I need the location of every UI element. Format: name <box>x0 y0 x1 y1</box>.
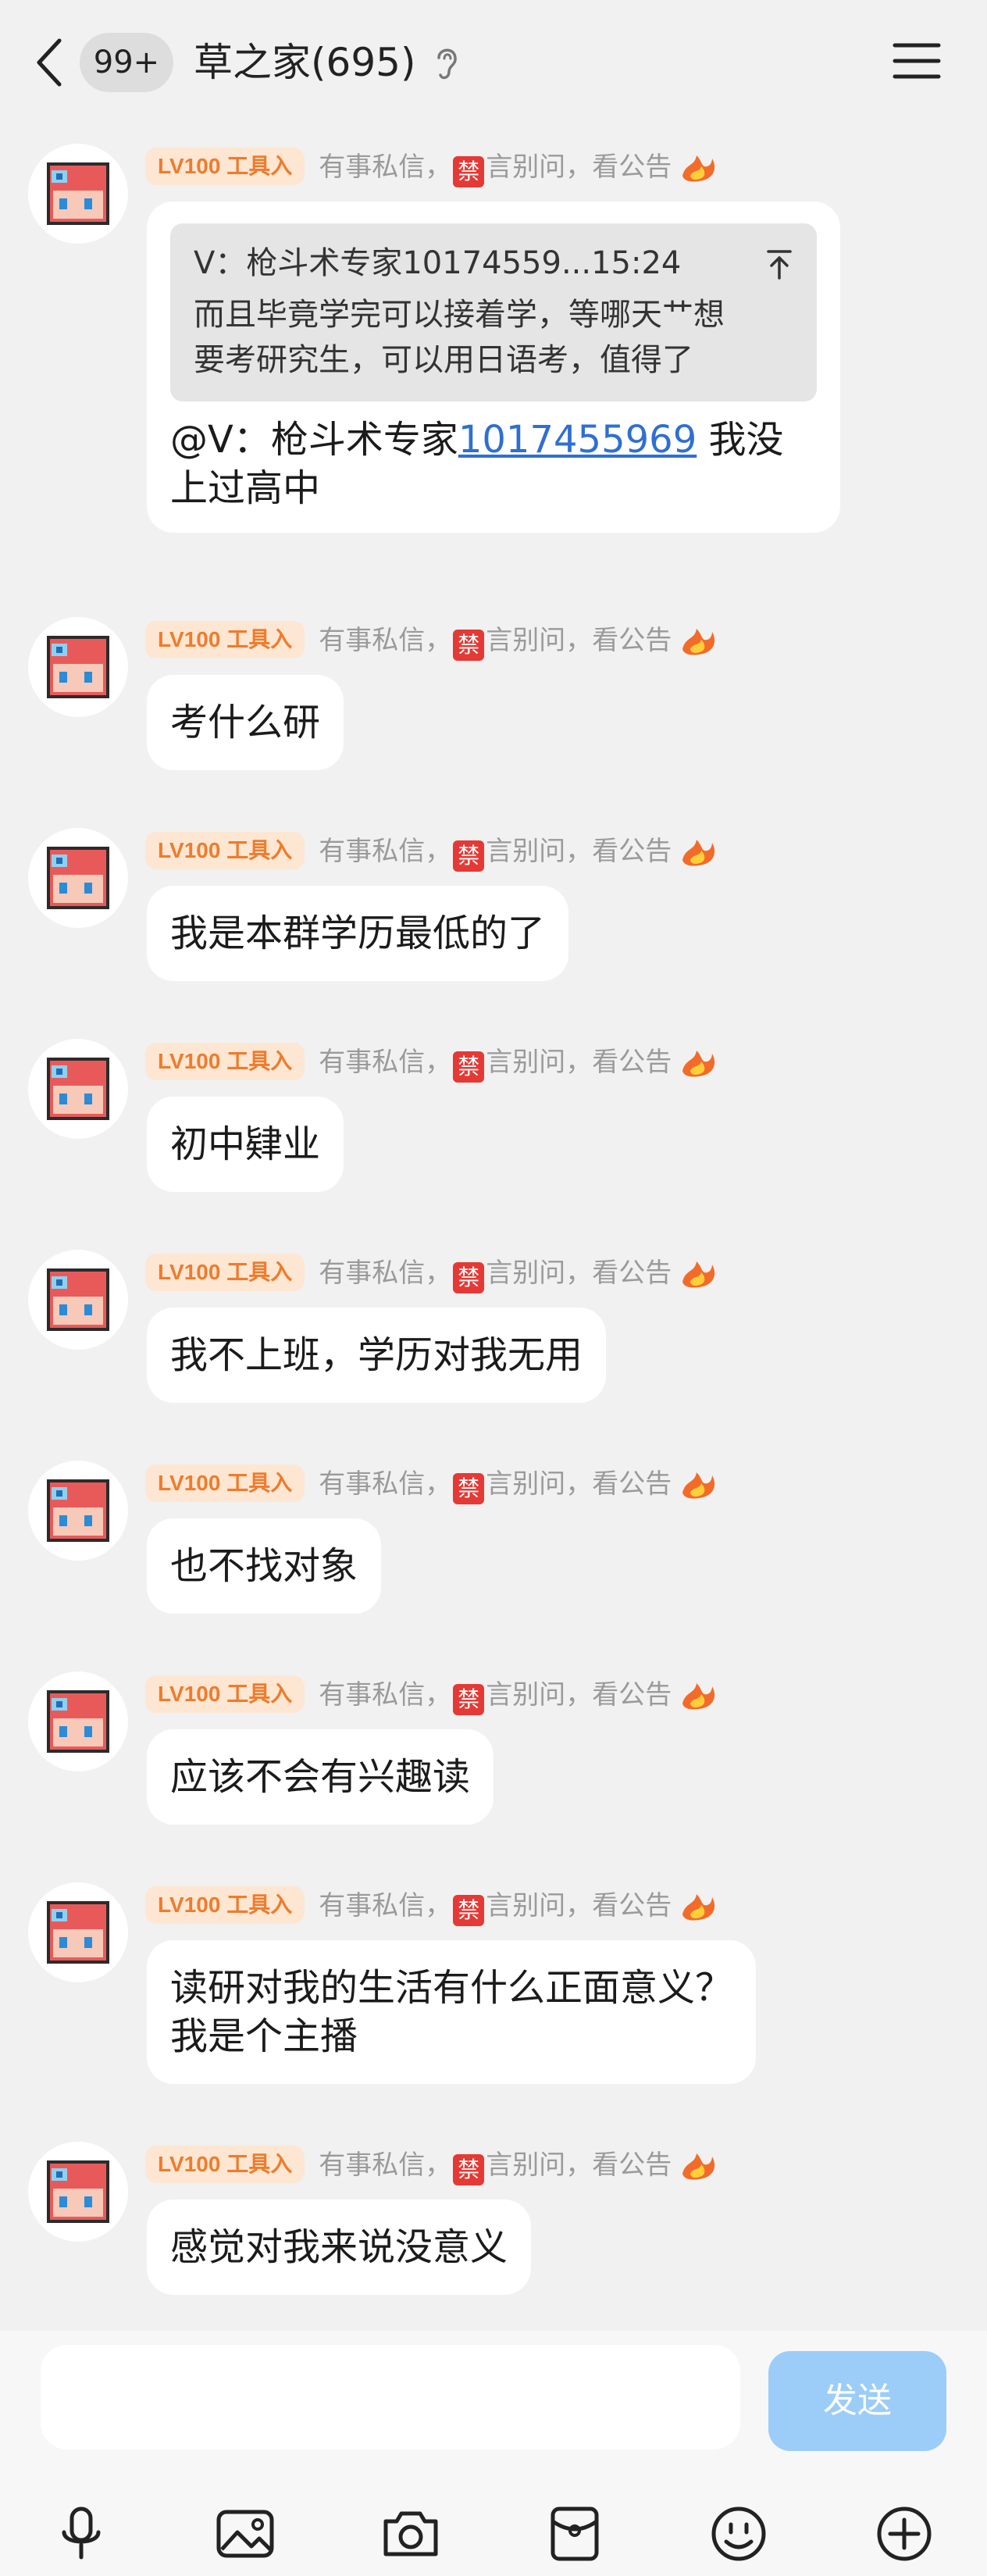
ear-icon <box>437 48 457 80</box>
jump-to-top-icon[interactable] <box>765 248 793 280</box>
ban-mark: 禁 <box>453 156 485 187</box>
fire-badge-icon <box>682 1894 715 1921</box>
fire-badge-icon <box>682 629 715 655</box>
message-bubble[interactable]: 我是本群学历最低的了 <box>147 886 569 981</box>
message-input[interactable] <box>41 2345 740 2449</box>
fire-badge-icon <box>682 155 715 182</box>
message-text: 应该不会有兴趣读 <box>170 1755 471 1799</box>
fire-badge-icon <box>682 1051 715 1077</box>
level-badge: LV100 工具入 <box>145 832 305 869</box>
hamburger-menu-icon[interactable] <box>892 39 942 83</box>
unread-count-badge[interactable]: 99+ <box>80 33 173 92</box>
sender-notice: 有事私信，禁言别问，看公告 <box>319 1040 672 1083</box>
plus-icon[interactable] <box>871 2501 937 2567</box>
red-packet-icon[interactable] <box>542 2501 608 2567</box>
level-badge: LV100 工具入 <box>145 1465 305 1502</box>
fire-badge-icon <box>682 1261 715 1288</box>
avatar[interactable] <box>28 617 128 717</box>
sender-meta: LV100 工具入 有事私信，禁言别问，看公告 <box>145 619 718 661</box>
camera-icon[interactable] <box>378 2501 444 2567</box>
level-badge: LV100 工具入 <box>145 1254 305 1291</box>
level-badge: LV100 工具入 <box>145 1675 305 1713</box>
chat-header: 99+ 草之家(695) <box>0 0 987 125</box>
level-badge: LV100 工具入 <box>145 1886 305 1924</box>
sender-notice: 有事私信，禁言别问，看公告 <box>319 1251 672 1293</box>
message-bubble[interactable]: 应该不会有兴趣读 <box>147 1729 494 1825</box>
ban-mark: 禁 <box>453 1051 485 1083</box>
message-text: 我是本群学历最低的了 <box>170 912 546 955</box>
emoji-icon[interactable] <box>706 2501 771 2567</box>
sender-meta: LV100 工具入 有事私信，禁言别问，看公告 <box>145 1040 718 1083</box>
message-text: 考什么研 <box>170 701 321 744</box>
sender-notice: 有事私信，禁言别问，看公告 <box>319 619 672 661</box>
avatar[interactable] <box>28 1672 128 1771</box>
avatar[interactable] <box>28 828 128 928</box>
level-badge: LV100 工具入 <box>145 2146 305 2183</box>
qq-number-link[interactable]: 1017455969 <box>458 418 697 462</box>
sender-notice: 有事私信，禁言别问，看公告 <box>319 2143 672 2185</box>
quoted-message[interactable]: V：枪斗术专家10174559...15:24 而且毕竟学完可以接着学，等哪天艹… <box>170 223 817 401</box>
message-text: 我不上班，学历对我无用 <box>170 1333 583 1377</box>
avatar[interactable] <box>28 1882 128 1982</box>
avatar[interactable] <box>28 2142 128 2242</box>
sender-notice: 有事私信，禁言别问，看公告 <box>319 830 672 872</box>
message-bubble[interactable]: 读研对我的生活有什么正面意义？ 我是个主播 <box>147 1940 757 2084</box>
sender-meta: LV100 工具入 有事私信，禁言别问，看公告 <box>145 830 718 872</box>
fire-badge-icon <box>682 1683 715 1710</box>
message-text: 感觉对我来说没意义 <box>170 2225 508 2269</box>
message-bubble[interactable]: 也不找对象 <box>147 1518 382 1614</box>
message-bubble[interactable]: 我不上班，学历对我无用 <box>147 1308 607 1403</box>
message-bubble[interactable]: V：枪斗术专家10174559...15:24 而且毕竟学完可以接着学，等哪天艹… <box>147 202 840 533</box>
fire-badge-icon <box>682 2153 715 2180</box>
avatar[interactable] <box>28 1461 128 1561</box>
sender-notice: 有事私信，禁言别问，看公告 <box>319 145 672 187</box>
sender-meta: LV100 工具入 有事私信，禁言别问，看公告 <box>145 1462 718 1504</box>
message-bubble[interactable]: 考什么研 <box>147 675 344 770</box>
fire-badge-icon <box>682 1472 715 1499</box>
message-bubble[interactable]: 感觉对我来说没意义 <box>147 2200 532 2295</box>
message-bubble[interactable]: 初中肄业 <box>147 1097 344 1192</box>
chat-title[interactable]: 草之家(695) <box>194 34 415 91</box>
level-badge: LV100 工具入 <box>145 1043 305 1080</box>
sender-meta: LV100 工具入 有事私信，禁言别问，看公告 <box>145 2143 718 2185</box>
ban-mark: 禁 <box>453 1262 485 1293</box>
ban-mark: 禁 <box>453 1473 485 1504</box>
sender-notice: 有事私信，禁言别问，看公告 <box>319 1673 672 1715</box>
level-badge: LV100 工具入 <box>145 148 305 185</box>
quote-body: 而且毕竟学完可以接着学，等哪天艹想 要考研究生，可以用日语考，值得了 <box>194 297 725 378</box>
message-text: 初中肄业 <box>170 1122 321 1166</box>
sender-notice: 有事私信，禁言别问，看公告 <box>319 1462 672 1504</box>
ban-mark: 禁 <box>453 630 485 661</box>
message-text: @V：枪斗术专家1017455969 我没 上过高中 <box>170 418 784 510</box>
image-icon[interactable] <box>212 2501 278 2567</box>
microphone-icon[interactable] <box>48 2501 114 2567</box>
ban-mark: 禁 <box>453 2154 485 2185</box>
avatar[interactable] <box>28 1039 128 1139</box>
quote-header: V：枪斗术专家10174559...15:24 <box>194 245 682 281</box>
sender-meta: LV100 工具入 有事私信，禁言别问，看公告 <box>145 145 718 187</box>
fire-badge-icon <box>682 840 715 866</box>
input-bar: 发送 <box>0 2331 987 2576</box>
avatar[interactable] <box>28 1250 128 1350</box>
ban-mark: 禁 <box>453 1684 485 1715</box>
sender-meta: LV100 工具入 有事私信，禁言别问，看公告 <box>145 1673 718 1715</box>
ban-mark: 禁 <box>453 1895 485 1926</box>
chevron-left-icon[interactable] <box>31 34 70 91</box>
message-text: 也不找对象 <box>170 1544 358 1588</box>
sender-meta: LV100 工具入 有事私信，禁言别问，看公告 <box>145 1251 718 1293</box>
sender-meta: LV100 工具入 有事私信，禁言别问，看公告 <box>145 1884 718 1926</box>
avatar[interactable] <box>28 144 128 244</box>
ban-mark: 禁 <box>453 840 485 872</box>
message-text: 读研对我的生活有什么正面意义？ 我是个主播 <box>170 1966 733 2058</box>
sender-notice: 有事私信，禁言别问，看公告 <box>319 1884 672 1926</box>
level-badge: LV100 工具入 <box>145 621 305 658</box>
send-button[interactable]: 发送 <box>768 2351 946 2451</box>
